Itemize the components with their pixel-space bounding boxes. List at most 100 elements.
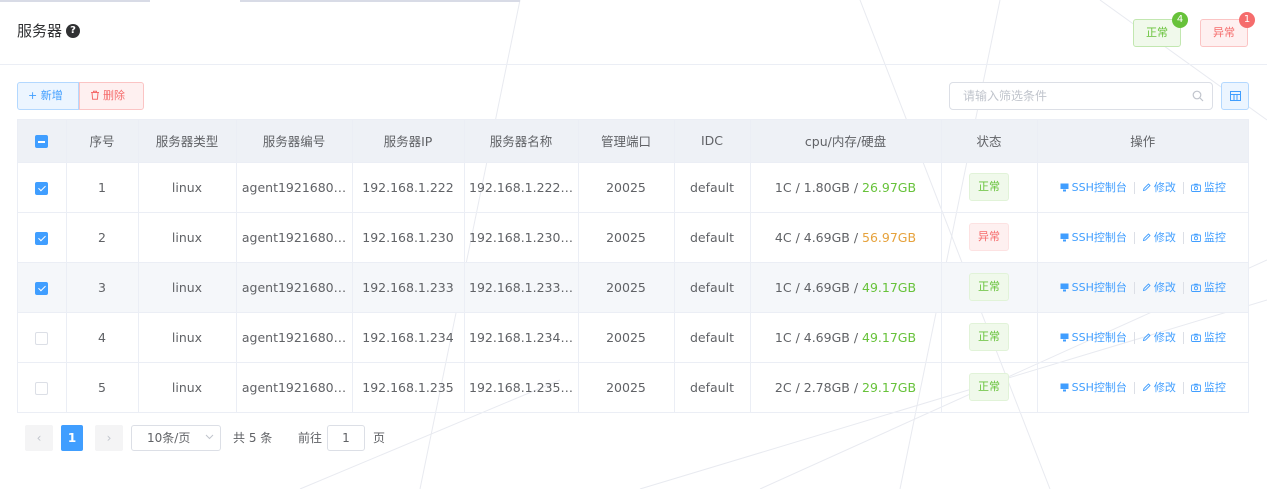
add-button[interactable]: + 新增 [17,82,79,110]
ssh-console-link[interactable]: SSH控制台 [1060,279,1127,295]
row-select-cell[interactable] [18,162,67,213]
camera-icon [1190,183,1201,192]
edit-link[interactable]: 修改 [1142,179,1176,195]
status-badge: 正常 [969,373,1009,402]
cell-server-ip: 192.168.1.235 [352,362,465,412]
disk-text: 26.97GB [862,179,917,195]
ssh-console-link[interactable]: SSH控制台 [1060,329,1127,345]
action-divider [1133,182,1135,194]
ssh-console-link[interactable]: SSH控制台 [1060,379,1127,395]
search-icon[interactable] [1192,90,1204,102]
edit-link[interactable]: 修改 [1142,329,1176,345]
action-divider [1182,282,1184,294]
cell-index: 1 [66,162,139,213]
row-select-cell[interactable] [18,212,67,263]
select-all-checkbox[interactable] [35,135,49,149]
cell-server-code: agent1921680… [236,212,353,263]
monitor-link[interactable]: 监控 [1190,179,1226,195]
cell-actions: SSH控制台 修改 监控 [1037,212,1248,263]
action-divider [1182,382,1184,395]
question-circle-icon[interactable]: ? [66,24,80,38]
status-abnormal-card[interactable]: 异常 1 [1200,12,1255,47]
cell-manage-port: 20025 [578,312,675,363]
goto-page-input[interactable] [327,425,365,451]
cell-server-name: 192.168.1.235… [464,362,579,412]
edit-link[interactable]: 修改 [1142,229,1176,245]
row-select-cell[interactable] [18,312,67,363]
header-cpu-mem-disk: cpu/内存/硬盘 [750,120,942,163]
ssh-console-link[interactable]: SSH控制台 [1060,229,1127,245]
ssh-console-label: SSH控制台 [1071,331,1127,344]
cell-manage-port: 20025 [578,362,675,412]
cell-server-code: agent1921680… [236,312,353,363]
cell-actions: SSH控制台 修改 监控 [1037,262,1248,313]
edit-pencil-icon [1142,383,1151,391]
edit-label: 修改 [1153,281,1176,294]
cell-status: 异常 [941,212,1038,263]
header-select-all[interactable] [18,120,67,163]
ssh-console-label: SSH控制台 [1071,281,1127,294]
edit-pencil-icon [1142,282,1151,291]
edit-link[interactable]: 修改 [1142,379,1176,395]
cpu-mem-text: 1C / 1.80GB / [774,179,863,195]
header-server-name: 服务器名称 [464,120,579,163]
camera-icon [1190,233,1201,242]
action-divider [1182,232,1184,244]
camera-icon [1190,383,1201,392]
monitor-link[interactable]: 监控 [1190,329,1226,345]
table-row[interactable]: 3 linux agent1921680… 192.168.1.233 192.168.… [18,262,1248,313]
cell-server-name: 192.168.1.233… [464,262,579,313]
table-row[interactable]: 4 linux agent1921680… 192.168.1.234 192.168.… [18,312,1248,363]
column-settings-button[interactable] [1221,82,1249,110]
filter-search-box [949,82,1213,110]
monitor-label: 监控 [1203,231,1226,244]
row-checkbox[interactable] [35,381,49,395]
cell-server-code: agent1921680… [236,362,353,412]
cell-index: 2 [66,212,139,263]
cell-cpu-mem-disk: 2C / 2.78GB / 29.17GB [750,362,942,412]
camera-icon [1190,283,1201,292]
monitor-screen-icon [1060,383,1069,392]
row-select-cell[interactable] [18,262,67,313]
ssh-console-label: SSH控制台 [1071,181,1127,194]
monitor-link[interactable]: 监控 [1190,229,1226,245]
ssh-console-label: SSH控制台 [1071,381,1127,395]
edit-link[interactable]: 修改 [1142,279,1176,295]
cpu-mem-text: 2C / 2.78GB / [774,379,863,395]
row-checkbox[interactable] [35,231,49,245]
cell-server-type: linux [138,312,237,363]
total-count: 共 5 条 [233,431,273,445]
row-checkbox[interactable] [35,281,49,295]
camera-icon [1190,333,1201,342]
status-badge: 正常 [969,323,1009,351]
ssh-console-link[interactable]: SSH控制台 [1060,179,1127,195]
row-select-cell[interactable] [18,362,67,412]
table-row[interactable]: 2 linux agent1921680… 192.168.1.230 192.168.… [18,212,1248,263]
monitor-label: 监控 [1203,181,1226,194]
disk-text: 49.17GB [862,329,917,345]
cell-manage-port: 20025 [578,262,675,313]
page-size-select[interactable]: 10条/页 [131,425,221,451]
row-checkbox[interactable] [35,331,49,345]
table-row[interactable]: 1 linux agent1921680… 192.168.1.222 192.168.… [18,162,1248,213]
status-normal-card[interactable]: 正常 4 [1133,12,1188,47]
monitor-link[interactable]: 监控 [1190,379,1226,395]
cell-idc: default [674,262,751,313]
row-checkbox[interactable] [35,181,49,195]
table-row[interactable]: 5 linux agent1921680… 192.168.1.235 192.168.… [18,362,1248,412]
monitor-link[interactable]: 监控 [1190,279,1226,295]
delete-button[interactable]: 删除 [79,82,144,110]
cell-manage-port: 20025 [578,212,675,263]
cell-index: 5 [66,362,139,412]
prev-page-button[interactable]: ‹ [25,425,53,451]
monitor-screen-icon [1060,233,1069,241]
cell-cpu-mem-disk: 4C / 4.69GB / 56.97GB [750,212,942,263]
page-number-1[interactable]: 1 [61,425,83,451]
action-divider [1133,382,1135,395]
action-divider [1133,282,1135,294]
filter-search-input[interactable] [950,83,1170,109]
header-server-ip: 服务器IP [352,120,465,163]
next-page-button[interactable]: › [95,425,123,451]
cell-server-name: 192.168.1.230… [464,212,579,263]
columns-icon [1230,91,1241,101]
